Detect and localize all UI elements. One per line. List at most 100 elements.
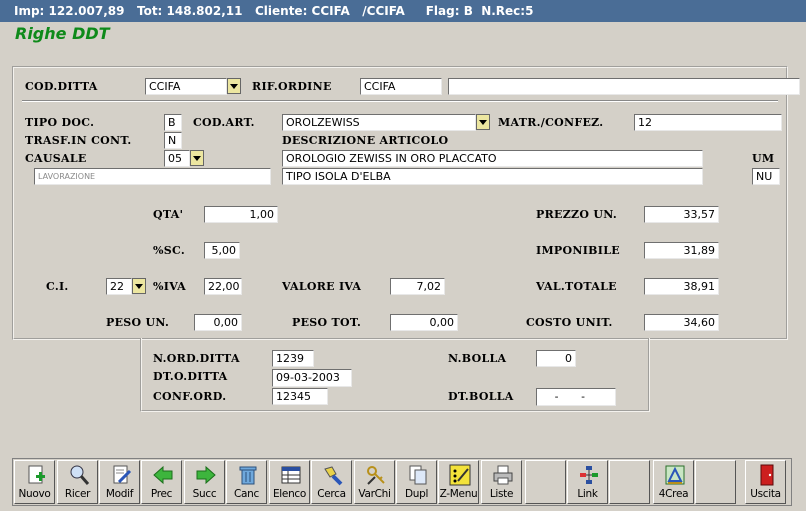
peso-un-field[interactable]: 0,00 [194,314,242,331]
keys-icon [365,464,387,486]
link-network-icon [578,464,600,486]
val-totale-field[interactable]: 38,91 [644,278,719,295]
causale-dropdown[interactable] [190,150,204,166]
toolbar-button-label: Modif [105,488,134,500]
toolbar-button-varchi[interactable]: VarChi [354,460,395,504]
dt-o-ditta-field[interactable]: 09-03-2003 [272,369,352,387]
peso-un-label: PESO UN. [106,316,170,329]
ci-dropdown[interactable] [132,278,146,294]
exit-door-icon [756,464,778,486]
valore-iva-field[interactable]: 7,02 [390,278,445,295]
costo-unit-field[interactable]: 34,60 [644,314,719,331]
create-drawing-icon [664,464,686,486]
new-document-icon [25,464,47,486]
toolbar-button-elenco[interactable]: Elenco [269,460,310,504]
toolbar-button-label: VarChi [358,488,391,500]
search-magnifier-icon [68,464,90,486]
toolbar-button-succ[interactable]: Succ [184,460,225,504]
edit-document-icon [110,464,132,486]
sconto-label: %SC. [153,244,185,257]
toolbar-button-label: Ricer [64,488,91,500]
toolbar-button-label: Z-Menu [439,488,478,500]
cod-art-label: COD.ART. [193,116,255,129]
section-divider [22,100,778,102]
form-title: Righe DDT [15,24,110,43]
arrow-left-icon [152,464,174,486]
conf-ord-label: CONF.ORD. [153,390,227,403]
qta-field[interactable]: 1,00 [204,206,278,223]
toolbar-button-label: Cerca [317,488,346,500]
causale-field[interactable]: 05 [164,150,190,167]
dt-o-ditta-label: DT.O.DITTA [153,370,228,383]
costo-unit-label: COSTO UNIT. [526,316,613,329]
toolbar-button-prec[interactable]: Prec [141,460,182,504]
menu-pencil-icon [449,464,471,486]
toolbar-button-nuovo[interactable]: Nuovo [14,460,55,504]
trasf-cont-label: TRASF.IN CONT. [25,134,132,147]
toolbar-button-z-menu[interactable]: Z-Menu [438,460,479,504]
toolbar-button-label: Prec [150,488,173,500]
toolbar-button-empty[interactable] [609,460,650,504]
toolbar-button-dupl[interactable]: Dupl [396,460,437,504]
cod-ditta-field[interactable]: CCIFA [145,78,227,95]
toolbar-button-cerca[interactable]: Cerca [311,460,352,504]
toolbar-button-liste[interactable]: Liste [481,460,522,504]
sconto-field[interactable]: 5,00 [204,242,240,259]
toolbar-button-empty[interactable] [695,460,736,504]
toolbar-button-label: Elenco [272,488,307,500]
tipo-doc-field[interactable]: B [164,114,182,131]
descrizione-line1-field[interactable]: OROLOGIO ZEWISS IN ORO PLACCATO [282,150,703,167]
toolbar-button-empty[interactable] [525,460,566,504]
ci-field[interactable]: 22 [106,278,132,295]
peso-tot-label: PESO TOT. [292,316,362,329]
chevron-down-icon [479,119,487,125]
n-ord-ditta-label: N.ORD.DITTA [153,352,240,365]
imponibile-field[interactable]: 31,89 [644,242,719,259]
flashlight-icon [322,464,344,486]
chevron-down-icon [193,155,201,161]
cod-art-field[interactable]: OROLZEWISS [282,114,476,131]
cod-ditta-dropdown[interactable] [227,78,241,94]
toolbar-button-label: Nuovo [18,488,51,500]
main-panel [12,66,788,340]
toolbar-button-4crea[interactable]: 4Crea [653,460,694,504]
list-table-icon [280,464,302,486]
toolbar-button-canc[interactable]: Canc [226,460,267,504]
chevron-down-icon [135,283,143,289]
toolbar-button-modif[interactable]: Modif [99,460,140,504]
dt-bolla-label: DT.BOLLA [448,390,514,403]
matr-confez-label: MATR./CONFEZ. [498,116,604,129]
um-field[interactable]: NU [752,168,780,185]
n-ord-ditta-field[interactable]: 1239 [272,350,314,367]
matr-confez-field[interactable]: 12 [634,114,782,131]
peso-tot-field[interactable]: 0,00 [390,314,458,331]
arrow-right-icon [195,464,217,486]
trash-icon [237,464,259,486]
conf-ord-field[interactable]: 12345 [272,388,328,405]
rif-ordine-label: RIF.ORDINE [252,80,332,93]
chevron-down-icon [230,83,238,89]
qta-label: QTA' [153,208,184,221]
descrizione-label: DESCRIZIONE ARTICOLO [282,134,449,147]
imponibile-label: IMPONIBILE [536,244,620,257]
dt-bolla-field[interactable]: - - [536,388,616,406]
iva-field[interactable]: 22,00 [204,278,242,295]
rif-ordine-field[interactable]: CCIFA [360,78,442,95]
val-totale-label: VAL.TOTALE [536,280,617,293]
toolbar-button-ricer[interactable]: Ricer [57,460,98,504]
tipo-doc-label: TIPO DOC. [25,116,95,129]
toolbar-button-label: Liste [489,488,514,500]
trasf-cont-field[interactable]: N [164,132,182,149]
prezzo-field[interactable]: 33,57 [644,206,719,223]
rif-ordine-extra-field[interactable] [448,78,800,95]
valore-iva-label: VALORE IVA [282,280,362,293]
toolbar-button-uscita[interactable]: Uscita [745,460,786,504]
descrizione-line2-field[interactable]: TIPO ISOLA D'ELBA [282,168,703,185]
toolbar-button-label: Dupl [404,488,429,500]
cod-art-dropdown[interactable] [476,114,490,130]
n-bolla-field[interactable]: 0 [536,350,576,367]
n-bolla-label: N.BOLLA [448,352,507,365]
toolbar-button-link[interactable]: Link [567,460,608,504]
ci-label: C.I. [46,280,69,293]
toolbar-button-label: Uscita [750,488,781,500]
